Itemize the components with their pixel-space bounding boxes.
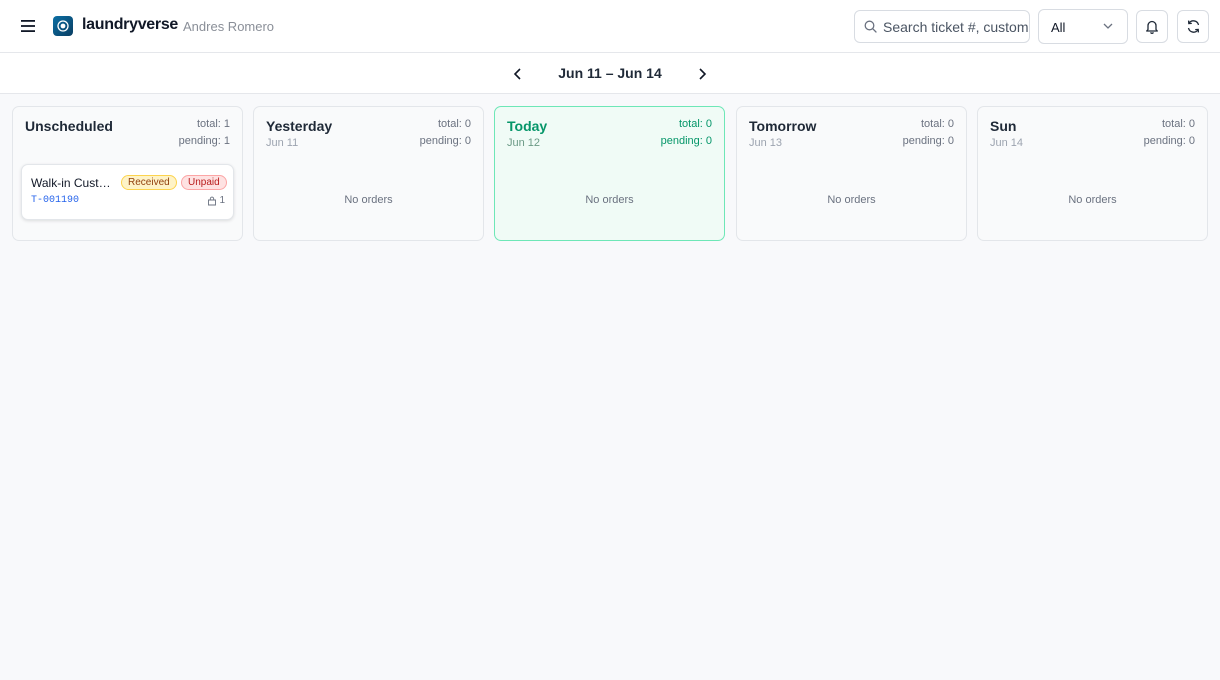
filter-value: All	[1051, 20, 1066, 35]
empty-state: No orders	[1068, 194, 1117, 206]
column-total: total: 0	[678, 118, 712, 130]
column-pending: pending: 0	[1143, 135, 1195, 147]
previous-range-button[interactable]	[507, 63, 529, 85]
refresh-icon	[1187, 20, 1199, 33]
column-date: Jun 12	[507, 137, 541, 149]
logo-icon	[57, 20, 69, 32]
column-pending: pending: 1	[178, 135, 230, 147]
refresh-button[interactable]	[1177, 10, 1209, 43]
empty-state: No orders	[827, 194, 876, 206]
column-title: Tomorrow	[749, 118, 817, 134]
column-total: total: 0	[920, 118, 954, 130]
hamburger-icon	[21, 20, 35, 32]
order-card[interactable]: Walk-in Customer Received Unpaid T-00119…	[21, 164, 234, 220]
column-tomorrow: Tomorrow Jun 13 total: 0 pending: 0 No o…	[736, 106, 967, 241]
column-unscheduled: Unscheduled total: 1 pending: 1 Walk-in …	[12, 106, 243, 241]
brand-logo[interactable]	[53, 16, 73, 36]
bag-icon	[208, 196, 217, 205]
order-customer-name: Walk-in Customer	[31, 176, 117, 190]
next-range-button[interactable]	[691, 63, 713, 85]
search-box[interactable]	[854, 10, 1030, 43]
bell-icon	[1146, 20, 1158, 34]
column-total: total: 0	[437, 118, 471, 130]
search-input[interactable]	[883, 11, 1029, 42]
date-navigation: Jun 11 – Jun 14	[0, 53, 1220, 94]
top-bar: laundryverse Andres Romero All	[0, 0, 1220, 53]
menu-button[interactable]	[14, 12, 42, 40]
bag-count-value: 1	[219, 195, 225, 206]
column-today: Today Jun 12 total: 0 pending: 0 No orde…	[494, 106, 725, 241]
column-date: Jun 14	[990, 137, 1024, 149]
column-sun: Sun Jun 14 total: 0 pending: 0 No orders	[977, 106, 1208, 241]
status-filter-select[interactable]: All	[1038, 9, 1128, 44]
user-name: Andres Romero	[183, 19, 275, 34]
empty-state: No orders	[344, 194, 393, 206]
brand-name[interactable]: laundryverse	[82, 16, 178, 34]
column-title: Sun	[990, 118, 1017, 134]
ticket-number[interactable]: T-001190	[31, 195, 79, 206]
search-icon	[864, 20, 877, 33]
column-pending: pending: 0	[419, 135, 471, 147]
column-title: Unscheduled	[25, 118, 113, 134]
column-total: total: 1	[196, 118, 230, 130]
column-total: total: 0	[1161, 118, 1195, 130]
column-title: Yesterday	[266, 118, 333, 134]
bag-count: 1	[207, 195, 225, 206]
column-date: Jun 13	[749, 137, 783, 149]
column-pending: pending: 0	[660, 135, 712, 147]
column-date: Jun 11	[266, 137, 299, 149]
status-badge: Received	[121, 175, 177, 190]
chevron-down-icon	[1103, 23, 1113, 29]
column-pending: pending: 0	[902, 135, 954, 147]
date-range-label: Jun 11 – Jun 14	[558, 65, 662, 81]
chevron-left-icon	[513, 68, 521, 80]
payment-badge: Unpaid	[181, 175, 227, 190]
empty-state: No orders	[585, 194, 634, 206]
column-title: Today	[507, 118, 548, 134]
column-yesterday: Yesterday Jun 11 total: 0 pending: 0 No …	[253, 106, 484, 241]
chevron-right-icon	[699, 68, 707, 80]
notifications-button[interactable]	[1136, 10, 1168, 43]
